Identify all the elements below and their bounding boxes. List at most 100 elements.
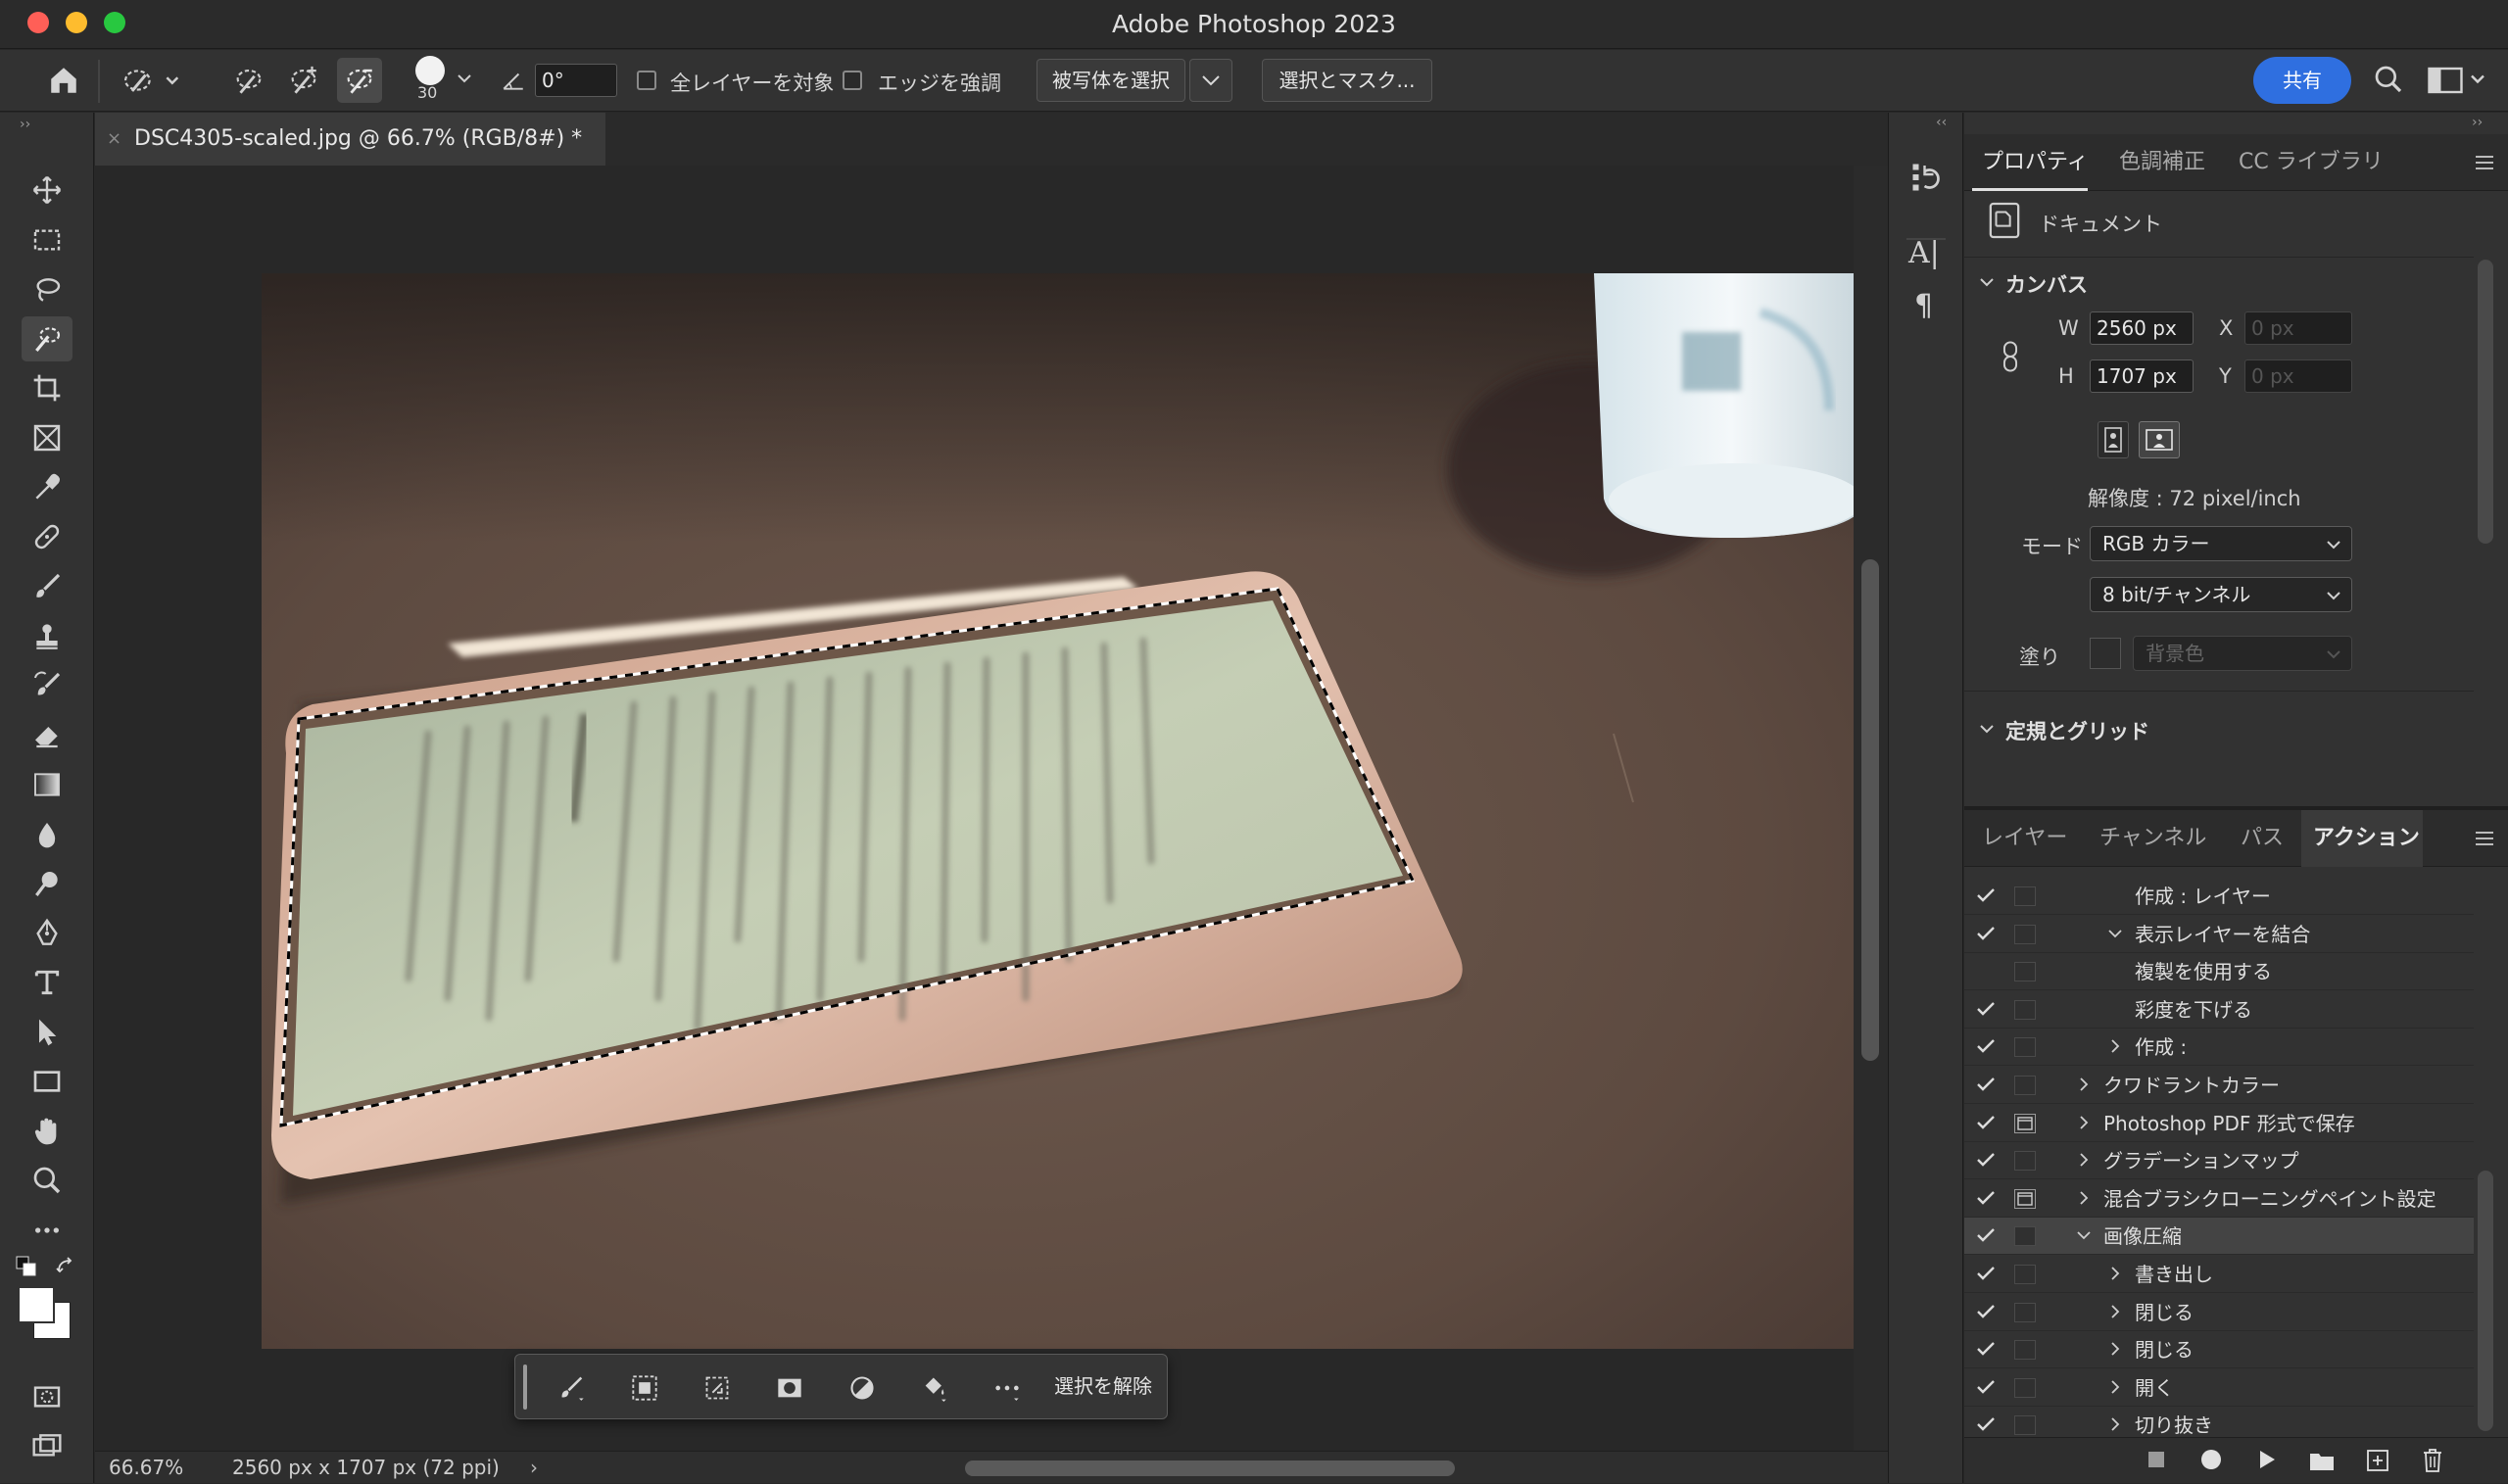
portrait-orientation-icon[interactable] <box>2098 421 2129 458</box>
action-row[interactable]: 彩度を下げる <box>1964 991 2474 1029</box>
fill-swatch[interactable] <box>2090 638 2121 669</box>
dialog-toggle-icon[interactable] <box>2014 1188 2036 1209</box>
dialog-toggle-box[interactable] <box>2014 1076 2036 1095</box>
collapse-panel-icon[interactable]: ›› <box>2472 115 2483 130</box>
action-row[interactable]: 書き出し <box>1964 1256 2474 1293</box>
pen-tool-icon[interactable] <box>22 911 72 956</box>
checkmark-icon[interactable] <box>1976 1265 1996 1282</box>
mode-select[interactable]: RGB カラー <box>2090 526 2352 561</box>
tab-channels[interactable]: チャンネル <box>2099 810 2206 867</box>
healing-brush-tool-icon[interactable] <box>22 514 72 559</box>
new-set-folder-icon[interactable] <box>2309 1450 2335 1471</box>
dialog-toggle-box[interactable] <box>2014 1340 2036 1361</box>
modify-selection-icon[interactable] <box>553 1368 592 1408</box>
close-window-button[interactable] <box>27 12 49 33</box>
chevron-right-icon[interactable] <box>2074 1189 2094 1207</box>
blur-tool-icon[interactable] <box>22 812 72 857</box>
chevron-right-icon[interactable] <box>2105 1303 2125 1320</box>
properties-scrollbar[interactable] <box>2478 260 2493 544</box>
chevron-down-icon[interactable] <box>457 72 472 85</box>
dialog-toggle-icon[interactable] <box>2014 1113 2036 1133</box>
action-row[interactable]: Photoshop PDF 形式で保存 <box>1964 1105 2474 1142</box>
dialog-toggle-box[interactable] <box>2014 1226 2036 1247</box>
canvas-area[interactable]: 選択を解除 <box>95 166 1873 1451</box>
dialog-toggle-box[interactable] <box>2014 1377 2036 1398</box>
canvas-section-title[interactable]: カンバス <box>2005 269 2088 299</box>
action-row[interactable]: グラデーションマップ <box>1964 1142 2474 1180</box>
chevron-right-icon[interactable] <box>2105 1415 2125 1433</box>
checkmark-icon[interactable] <box>1976 1000 1996 1018</box>
rulers-grid-section-title[interactable]: 定規とグリッド <box>2005 716 2149 745</box>
type-tool-icon[interactable] <box>22 960 72 1005</box>
create-mask-icon[interactable] <box>770 1368 809 1408</box>
action-row[interactable]: クワドラントカラー <box>1964 1067 2474 1104</box>
actions-scrollbar[interactable] <box>2478 1171 2493 1431</box>
vertical-scroll-thumb[interactable] <box>1861 559 1879 1061</box>
adjustment-layer-icon[interactable] <box>843 1368 882 1408</box>
home-icon[interactable] <box>47 64 80 97</box>
quick-selection-tool-icon[interactable] <box>22 316 72 361</box>
subtract-from-selection-icon[interactable] <box>337 58 382 103</box>
drag-handle[interactable] <box>523 1364 527 1410</box>
collapse-toolbar-icon[interactable]: ›› <box>20 117 30 132</box>
dodge-tool-icon[interactable] <box>22 861 72 906</box>
minimize-window-button[interactable] <box>66 12 87 33</box>
chevron-down-icon[interactable] <box>2105 925 2125 942</box>
action-row[interactable]: 閉じる <box>1964 1331 2474 1369</box>
gradient-tool-icon[interactable] <box>22 762 72 807</box>
character-panel-icon[interactable]: A| <box>1908 236 1940 270</box>
chevron-down-icon[interactable] <box>2074 1226 2094 1244</box>
tab-properties[interactable]: プロパティ <box>1982 134 2089 191</box>
dialog-toggle-box[interactable] <box>2014 924 2036 944</box>
checkmark-icon[interactable] <box>1976 1303 1996 1320</box>
x-field[interactable]: 0 px <box>2244 311 2352 345</box>
crop-tool-icon[interactable] <box>22 365 72 410</box>
move-tool-icon[interactable] <box>22 168 72 213</box>
checkmark-icon[interactable] <box>1976 1114 1996 1131</box>
tab-paths[interactable]: パス <box>2241 810 2284 867</box>
dialog-toggle-box[interactable] <box>2014 886 2036 906</box>
dialog-toggle-box[interactable] <box>2014 1265 2036 1284</box>
chevron-down-icon[interactable] <box>1978 275 1996 289</box>
dialog-toggle-box[interactable] <box>2014 962 2036 982</box>
more-tools-icon[interactable] <box>22 1208 72 1253</box>
tab-adjustments[interactable]: 色調補正 <box>2119 134 2205 191</box>
dialog-toggle-box[interactable] <box>2014 1415 2036 1436</box>
chevron-right-icon[interactable] <box>2074 1114 2094 1131</box>
checkmark-icon[interactable] <box>1976 886 1996 904</box>
panel-menu-icon[interactable] <box>2474 154 2495 171</box>
document-canvas[interactable] <box>262 273 1873 1349</box>
marquee-tool-icon[interactable] <box>22 217 72 263</box>
foreground-color-swatch[interactable] <box>18 1286 55 1323</box>
workspace-icon[interactable] <box>2428 66 2486 95</box>
chevron-down-icon[interactable] <box>1978 722 1996 736</box>
zoom-tool-icon[interactable] <box>22 1158 72 1203</box>
checkmark-icon[interactable] <box>1976 1037 1996 1055</box>
checkmark-icon[interactable] <box>1976 1226 1996 1244</box>
action-row[interactable]: 作成 : <box>1964 1029 2474 1067</box>
dialog-toggle-box[interactable] <box>2014 1302 2036 1322</box>
select-subject-dropdown[interactable] <box>1189 59 1232 102</box>
chevron-right-icon[interactable]: › <box>530 1452 538 1484</box>
checkmark-icon[interactable] <box>1976 1151 1996 1169</box>
sample-all-layers-checkbox[interactable] <box>637 71 656 90</box>
action-row[interactable]: 閉じる <box>1964 1294 2474 1331</box>
history-panel-icon[interactable] <box>1908 160 1944 195</box>
add-to-selection-icon[interactable] <box>286 64 321 97</box>
feather-selection-icon[interactable] <box>698 1368 737 1408</box>
action-row[interactable]: 開く <box>1964 1369 2474 1407</box>
eyedropper-tool-icon[interactable] <box>22 465 72 510</box>
quick-selection-preset-icon[interactable] <box>121 64 180 97</box>
default-colors-icon[interactable] <box>16 1256 37 1277</box>
action-row[interactable]: 作成 : レイヤー <box>1964 878 2474 915</box>
dialog-toggle-box[interactable] <box>2014 1151 2036 1172</box>
deselect-button[interactable]: 選択を解除 <box>1054 1355 1152 1418</box>
hand-tool-icon[interactable] <box>22 1109 72 1154</box>
checkmark-icon[interactable] <box>1976 1340 1996 1358</box>
stop-icon[interactable] <box>2148 1452 2164 1467</box>
record-icon[interactable] <box>2201 1450 2221 1469</box>
zoom-window-button[interactable] <box>104 12 125 33</box>
share-button[interactable]: 共有 <box>2253 57 2351 104</box>
clone-stamp-tool-icon[interactable] <box>22 614 72 659</box>
quick-mask-icon[interactable] <box>22 1374 72 1419</box>
